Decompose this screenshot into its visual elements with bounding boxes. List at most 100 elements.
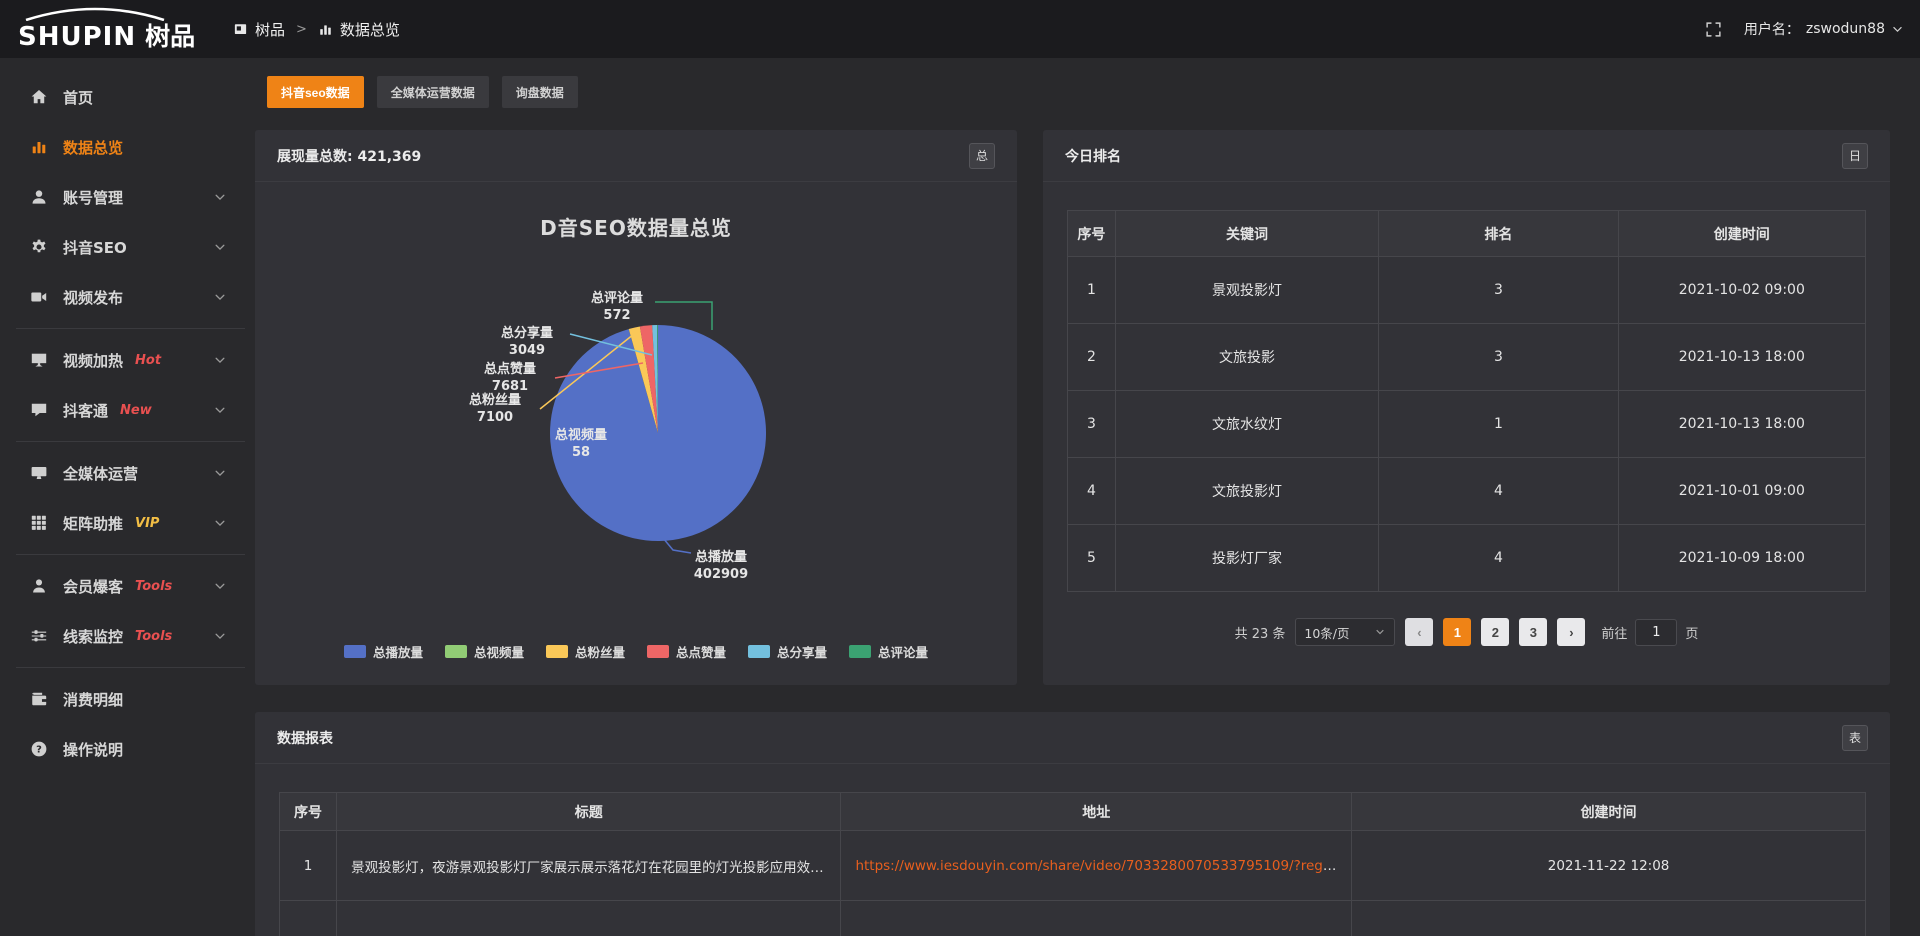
sidebar-item-person[interactable]: 会员爆客Tools <box>0 561 245 611</box>
column-header: 标题 <box>337 793 841 831</box>
legend-swatch <box>344 645 366 658</box>
breadcrumb-root[interactable]: 树品 <box>255 19 285 40</box>
table-row: 1景观投影灯，夜游景观投影灯厂家展示展示落花灯在花园里的灯光投影应用效果 #ht… <box>280 831 1866 901</box>
table-row: 2文旅投影32021-10-13 18:00 <box>1068 324 1866 391</box>
sidebar-item-user[interactable]: 账号管理 <box>0 172 245 222</box>
legend-item[interactable]: 总粉丝量 <box>546 642 625 661</box>
table-cell: 2021-10-13 18:00 <box>1618 324 1865 391</box>
chevron-down-icon <box>213 240 227 254</box>
sidebar-item-badge: Tools <box>135 579 172 594</box>
sidebar-item-home[interactable]: 首页 <box>0 72 245 122</box>
table-row: 3文旅水纹灯12021-10-13 18:00 <box>1068 391 1866 458</box>
legend-item[interactable]: 总评论量 <box>849 642 928 661</box>
user-menu[interactable]: 用户名： zswodun88 <box>1744 19 1904 39</box>
sidebar-item-question[interactable]: ?操作说明 <box>0 724 245 774</box>
sidebar-item-chart[interactable]: 数据总览 <box>0 122 245 172</box>
pagination: 共 23 条 10条/页 ‹ 123 › 前往 页 <box>1043 618 1890 646</box>
sidebar-item-grid[interactable]: 矩阵助推VIP <box>0 498 245 548</box>
chart-legend: 总播放量 总视频量 总粉丝量 总点赞量 总分享量 总评论量 <box>255 642 1017 661</box>
table-cell: 2021-10-01 09:00 <box>1618 458 1865 525</box>
table-cell: 文旅投影 <box>1115 324 1378 391</box>
username-value: zswodun88 <box>1806 21 1885 37</box>
column-header: 排名 <box>1379 211 1618 257</box>
table-cell: 3 <box>1379 324 1618 391</box>
report-title: 数据报表 <box>277 728 333 748</box>
legend-label: 总评论量 <box>878 642 928 661</box>
pie-chart <box>255 182 1017 685</box>
sidebar-item-badge: Hot <box>135 353 161 368</box>
table-cell: 1 <box>1379 391 1618 458</box>
chevron-down-icon <box>1374 626 1386 638</box>
table-cell: 2021-10-13 18:00 <box>1618 391 1865 458</box>
legend-item[interactable]: 总分享量 <box>748 642 827 661</box>
sidebar-divider <box>16 441 245 442</box>
sidebar-item-label: 账号管理 <box>63 187 123 208</box>
tab-2[interactable]: 询盘数据 <box>502 76 578 108</box>
bar-chart-icon <box>318 22 333 37</box>
pie-chart-area: D音SEO数据量总览 总播放量402909总视频量58总粉丝量7100总点赞量7… <box>255 182 1017 685</box>
chevron-down-icon <box>213 353 227 367</box>
legend-item[interactable]: 总视频量 <box>445 642 524 661</box>
legend-item[interactable]: 总播放量 <box>344 642 423 661</box>
video-url-cell: https://www.iesdouyin.com/share/video/70… <box>841 831 1352 901</box>
table-toggle-button[interactable]: 表 <box>1842 725 1868 751</box>
video-link[interactable]: https://www.iesdouyin.com/share/video/70… <box>855 858 1347 874</box>
person-icon <box>30 577 48 595</box>
legend-label: 总粉丝量 <box>575 642 625 661</box>
pie-label-value: 58 <box>526 444 636 461</box>
goto-page-input[interactable] <box>1635 619 1677 646</box>
tab-0[interactable]: 抖音seo数据 <box>267 76 364 108</box>
page-size-select[interactable]: 10条/页 <box>1295 618 1395 646</box>
chevron-down-icon <box>213 629 227 643</box>
sidebar-item-badge: Tools <box>135 629 172 644</box>
sidebar-item-video[interactable]: 视频发布 <box>0 272 245 322</box>
username-label: 用户名： <box>1744 19 1800 39</box>
page-number-button[interactable]: 1 <box>1443 618 1471 646</box>
sidebar-item-label: 全媒体运营 <box>63 463 138 484</box>
table-cell: 5 <box>1068 525 1116 592</box>
svg-text:?: ? <box>36 744 42 755</box>
sidebar-item-label: 首页 <box>63 87 93 108</box>
app-logo[interactable]: SHUPIN树品 <box>0 5 215 53</box>
pie-label-value: 572 <box>562 307 672 324</box>
fullscreen-icon[interactable] <box>1705 21 1722 38</box>
total-toggle-button[interactable]: 总 <box>969 143 995 169</box>
question-icon: ? <box>30 740 48 758</box>
pie-label: 总点赞量7681 <box>455 361 565 395</box>
legend-swatch <box>748 645 770 658</box>
sidebar-item-gear[interactable]: 抖音SEO <box>0 222 245 272</box>
next-page-button[interactable]: › <box>1557 618 1585 646</box>
sidebar-item-sliders[interactable]: 线索监控 Tools <box>0 611 245 661</box>
page-number-button[interactable]: 2 <box>1481 618 1509 646</box>
grid-icon <box>30 514 48 532</box>
chevron-down-icon <box>213 466 227 480</box>
table-cell: 文旅投影灯 <box>1115 458 1378 525</box>
screen-icon <box>30 351 48 369</box>
video-icon <box>30 288 48 306</box>
pie-label-name: 总视频量 <box>526 427 636 444</box>
sidebar-item-chat[interactable]: 抖客通New <box>0 385 245 435</box>
day-toggle-button[interactable]: 日 <box>1842 143 1868 169</box>
pie-label: 总分享量3049 <box>472 325 582 359</box>
tab-1[interactable]: 全媒体运营数据 <box>377 76 489 108</box>
sidebar-divider <box>16 667 245 668</box>
sidebar-item-wallet[interactable]: 消费明细 <box>0 674 245 724</box>
table-row: 4文旅投影灯42021-10-01 09:00 <box>1068 458 1866 525</box>
sidebar-divider <box>16 328 245 329</box>
sidebar-item-label: 线索监控 <box>63 626 123 647</box>
goto-suffix: 页 <box>1685 623 1698 642</box>
pie-label: 总视频量58 <box>526 427 636 461</box>
chevron-down-icon <box>213 290 227 304</box>
sidebar-item-label: 抖客通 <box>63 400 108 421</box>
sliders-icon <box>30 627 48 645</box>
pie-label-name: 总评论量 <box>562 290 672 307</box>
sidebar-item-monitor[interactable]: 全媒体运营 <box>0 448 245 498</box>
legend-item[interactable]: 总点赞量 <box>647 642 726 661</box>
pie-label: 总播放量402909 <box>666 549 776 583</box>
page-number-button[interactable]: 3 <box>1519 618 1547 646</box>
prev-page-button[interactable]: ‹ <box>1405 618 1433 646</box>
logo-text-en: SHUPIN <box>18 22 136 52</box>
main-content: 抖音seo数据全媒体运营数据询盘数据 展现量总数: 421,369 总 D音SE… <box>245 58 1920 936</box>
sidebar-item-screen[interactable]: 视频加热Hot <box>0 335 245 385</box>
legend-label: 总点赞量 <box>676 642 726 661</box>
